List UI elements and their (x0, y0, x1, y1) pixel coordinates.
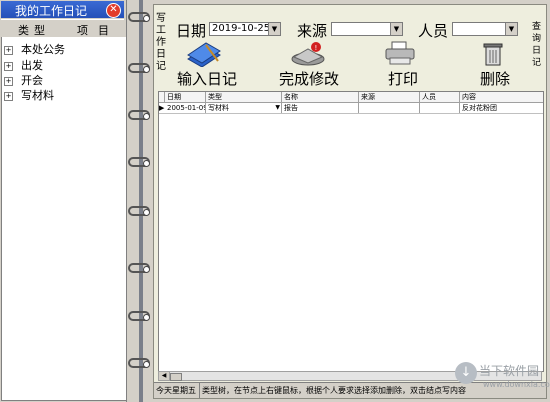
tree-item[interactable]: + 写材料 (4, 87, 54, 102)
printer-icon (385, 41, 415, 65)
tab-query-diary[interactable]: 查询日记 (532, 21, 542, 69)
dropdown-arrow-icon[interactable]: ▼ (390, 23, 402, 35)
expand-icon[interactable]: + (4, 91, 13, 101)
cell-type-value: 写材料 (208, 104, 229, 112)
grid-header-person[interactable]: 人员 (420, 92, 460, 102)
binding-ring (128, 358, 150, 368)
trash-icon (483, 43, 503, 66)
dropdown-arrow-icon[interactable]: ▼ (275, 103, 280, 113)
binding-ring (128, 157, 150, 167)
svg-text:!: ! (315, 44, 318, 52)
tree-item-label: 出发 (21, 59, 43, 72)
binding-ring (128, 12, 150, 22)
scroll-left-icon[interactable]: ◀ (159, 372, 170, 380)
input-diary-label: 输入日记 (177, 70, 238, 88)
grid-header-content[interactable]: 内容 (460, 92, 543, 102)
status-hint: 类型树，在节点上右键鼠标，根据个人要求选择添加删除，双击结点写内容 (199, 383, 466, 398)
binding-ring (128, 206, 150, 216)
left-panel-title-bar: 我的工作日记 ✕ (1, 1, 124, 18)
input-diary-button[interactable]: 输入日记 (172, 39, 242, 88)
tree-header: 类型 项目 (1, 19, 124, 38)
grid-header-date[interactable]: 日期 (165, 92, 206, 102)
dropdown-arrow-icon[interactable]: ▼ (505, 23, 517, 35)
expand-icon[interactable]: + (4, 61, 13, 71)
cell-content[interactable]: 反对花粉团 (460, 103, 543, 113)
date-label: 日期 (176, 22, 207, 40)
delete-label: 删除 (480, 70, 511, 88)
close-icon[interactable]: ✕ (106, 3, 121, 18)
source-label: 来源 (297, 22, 328, 40)
tree-item-label: 写材料 (21, 89, 54, 102)
disk-badge-icon: ! (291, 42, 325, 66)
delete-button[interactable]: 删除 (472, 39, 516, 88)
source-select[interactable]: ▼ (331, 22, 403, 36)
grid-header-name[interactable]: 名称 (282, 92, 359, 102)
tree-header-type[interactable]: 类型 (18, 22, 50, 38)
watermark-url: www.downxia.com (483, 380, 550, 389)
grid-header: 日期 类型 名称 来源 人员 内容 (159, 92, 543, 103)
tree-header-item[interactable]: 项目 (77, 22, 119, 38)
person-select[interactable]: ▼ (452, 22, 518, 36)
category-tree[interactable]: + 本处公务 + 出发 + 开会 + 写材料 (1, 37, 127, 401)
expand-icon[interactable]: + (4, 45, 13, 55)
expand-icon[interactable]: + (4, 76, 13, 86)
binding-spine (139, 0, 143, 402)
tree-item-label: 开会 (21, 74, 43, 87)
binding-ring (128, 63, 150, 73)
tree-item-label: 本处公务 (21, 43, 65, 56)
date-value: 2019-10-25 (212, 23, 271, 34)
left-panel-title: 我的工作日记 (15, 4, 88, 18)
cell-type[interactable]: 写材料 ▼ (206, 103, 282, 113)
person-label: 人员 (418, 22, 449, 40)
cell-source[interactable] (359, 103, 420, 113)
cell-date[interactable]: 2005-01-09 (165, 103, 206, 113)
watermark-text: 当下软件园 (479, 364, 540, 378)
date-picker[interactable]: 2019-10-25 ▼ (209, 22, 281, 36)
grid-header-source[interactable]: 来源 (359, 92, 420, 102)
spiral-binding[interactable] (127, 0, 153, 402)
grid-header-type[interactable]: 类型 (206, 92, 282, 102)
diary-page: 写工作日记 查询日记 日期 2019-10-25 ▼ 来源 ▼ 人员 ▼ 输入日… (153, 4, 547, 399)
print-button[interactable]: 打印 (380, 39, 424, 88)
cell-person[interactable] (420, 103, 460, 113)
status-weekday: 今天星期五 (156, 386, 196, 395)
print-label: 打印 (388, 70, 419, 88)
finish-edit-button[interactable]: ! 完成修改 (276, 39, 348, 88)
binding-ring (128, 110, 150, 120)
watermark-logo-icon: ↓ (455, 362, 477, 384)
binding-ring (128, 311, 150, 321)
tree-item[interactable]: + 开会 (4, 72, 43, 87)
diary-grid[interactable]: 日期 类型 名称 来源 人员 内容 ▶ 2005-01-09 写材料 ▼ 报告 … (158, 91, 544, 372)
cell-name[interactable]: 报告 (282, 103, 359, 113)
watermark: ↓ 当下软件园 www.downxia.com (453, 360, 550, 398)
tree-item[interactable]: + 出发 (4, 57, 43, 72)
binding-ring (128, 263, 150, 273)
tree-item[interactable]: + 本处公务 (4, 41, 65, 56)
finish-edit-label: 完成修改 (279, 70, 340, 88)
dropdown-arrow-icon[interactable]: ▼ (268, 23, 280, 35)
scroll-thumb[interactable] (170, 373, 182, 381)
tab-write-diary[interactable]: 写工作日记 (156, 13, 168, 73)
book-pen-icon (187, 42, 221, 67)
left-panel: 我的工作日记 ✕ 类型 项目 + 本处公务 + 出发 + 开会 + 写材料 (0, 0, 127, 402)
table-row[interactable]: ▶ 2005-01-09 写材料 ▼ 报告 反对花粉团 (159, 103, 543, 114)
